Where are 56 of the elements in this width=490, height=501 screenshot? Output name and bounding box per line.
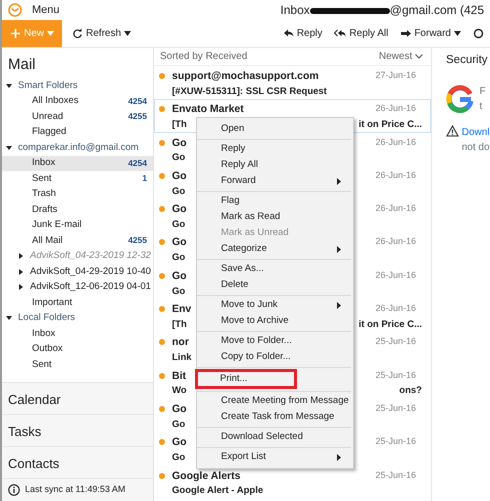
preview-title: Security — [446, 54, 489, 68]
message-sender: support@mochasupport.com — [172, 69, 319, 84]
message-date: 25-Jun-16 — [375, 435, 417, 448]
message-date: 26-Jun-16 — [375, 235, 417, 248]
message-subject: Go — [172, 151, 186, 166]
mail-heading: Mail — [7, 55, 37, 75]
preview-text: F — [480, 84, 486, 99]
message-date: 27-Jun-16 — [375, 69, 417, 82]
message-subject: Link — [172, 351, 192, 366]
message-subject: [#XUW-515311]: SSL CSR Request — [172, 84, 327, 99]
message-date: 26-Jun-16 — [375, 202, 417, 216]
message-sender: Google Alerts — [172, 468, 240, 484]
message-sender: nor — [172, 335, 189, 350]
message-date: 26-Jun-16 — [375, 268, 417, 282]
preview-text: t — [480, 100, 484, 114]
message-date: 25-Jun-16 — [375, 468, 417, 482]
message-subject: Go — [172, 251, 186, 266]
message-subject: Google Alert - Apple — [172, 484, 264, 498]
unread-count: 4255 — [128, 110, 148, 124]
message-subject: Go — [172, 218, 186, 232]
unread-count: 1 — [142, 172, 148, 186]
message-date: 26-Jun-16 — [375, 302, 417, 316]
message-date: 25-Jun-16 — [375, 402, 417, 415]
message-date: 26-Jun-16 — [375, 102, 417, 116]
message-subject: Go — [172, 284, 186, 299]
message-sender: Go — [172, 435, 187, 450]
message-subject: it on Price C... — [358, 318, 422, 332]
message-sender: Go — [172, 202, 187, 218]
unread-count: 4254 — [128, 94, 148, 108]
message-date: 26-Jun-16 — [375, 136, 417, 149]
message-subject: it on Price C... — [358, 118, 422, 132]
message-subject: [Th — [172, 318, 187, 332]
window-title: @gmail.com (425 — [390, 3, 484, 17]
message-sender: Env — [172, 302, 192, 318]
message-sender: Go — [172, 136, 187, 151]
message-subject: ons? — [399, 384, 422, 398]
message-sender: Bit — [172, 368, 186, 384]
message-subject: Go — [172, 418, 186, 432]
message-date: 25-Jun-16 — [375, 335, 417, 348]
message-subject: Wo — [172, 384, 187, 398]
message-sender: Envato Market — [172, 102, 244, 118]
unread-count: 4255 — [128, 234, 148, 248]
preview-text: not do — [462, 140, 490, 155]
sort-label: Sorted by Received — [160, 50, 248, 64]
message-subject: Go — [172, 184, 186, 199]
message-sender: Go — [172, 235, 187, 250]
message-sender: Go — [172, 402, 187, 417]
message-date: 26-Jun-16 — [375, 168, 417, 182]
message-subject: [Th — [172, 118, 187, 132]
sync-status: Last sync at 11:49:53 AM — [25, 483, 126, 496]
message-subject: Go — [172, 451, 186, 466]
message-sender: Go — [172, 168, 187, 184]
message-sender: Go — [172, 268, 187, 284]
unread-count: 4254 — [128, 156, 148, 170]
message-date: 25-Jun-16 — [375, 368, 417, 382]
window-title: Inbox — [280, 3, 310, 17]
